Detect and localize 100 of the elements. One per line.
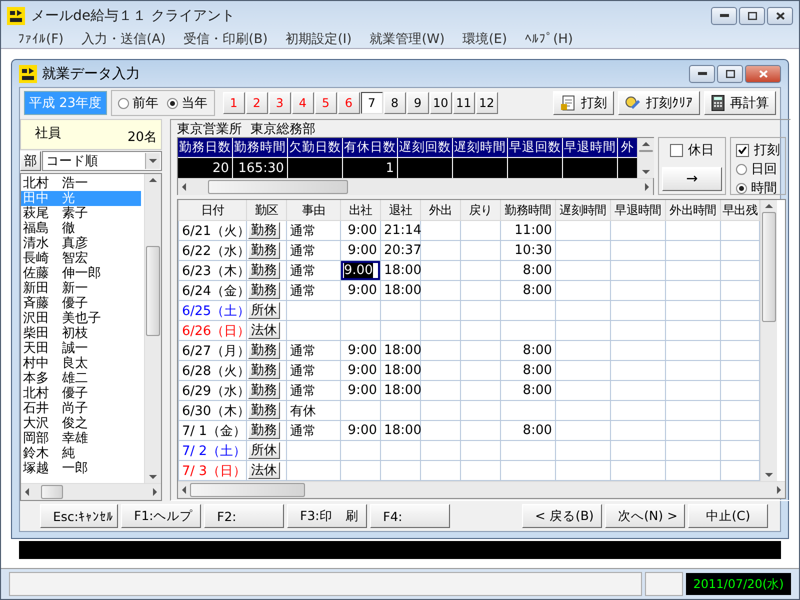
summary-cell [453,158,507,178]
radio-button[interactable]: 前年 [118,94,159,112]
employee-item[interactable]: 長崎 智宏 [21,251,141,266]
scrollbar[interactable] [178,481,785,498]
navigation-button[interactable]: < 戻る(B) [522,504,602,528]
navigation-button[interactable]: 中止(C) [688,504,768,528]
toolbar-button[interactable]: 打刻 [553,91,614,115]
work-type-button[interactable]: 所休 [248,302,280,319]
function-key-button[interactable]: F3:印 刷 [287,504,367,528]
month-button[interactable]: 7 [360,92,383,114]
time-cell: 9:00 [340,380,380,400]
function-key-button[interactable]: F4: [370,504,450,528]
work-type-button[interactable]: 法休 [248,322,280,339]
close-button[interactable] [767,6,793,24]
department-button[interactable]: 部 [20,151,41,171]
employee-item[interactable]: 柴田 初枝 [21,326,141,341]
menu-item[interactable]: ﾍﾙﾌﾟ(H) [516,32,582,46]
employee-item[interactable]: 佐藤 伸一郎 [21,266,141,281]
work-type-button[interactable]: 勤務 [248,222,280,239]
reason-cell: 有休 [286,400,340,420]
month-button[interactable]: 9 [406,92,429,114]
work-type-button[interactable]: 所休 [248,442,280,459]
time-cell: 18:00 [380,380,420,400]
scrollbar[interactable] [144,174,161,483]
function-key-button[interactable]: Esc:ｷｬﾝｾﾙ [40,504,118,528]
toolbar-button[interactable]: 打刻ｸﾘｱ [618,91,700,115]
work-type-button[interactable]: 勤務 [248,282,280,299]
column-header: 外出時間 [666,200,720,220]
work-type-button[interactable]: 勤務 [248,402,280,419]
checkbox[interactable]: 休日 [670,141,714,159]
maximize-button[interactable] [717,64,743,82]
menu-item[interactable]: 就業管理(W) [360,30,454,48]
employee-item[interactable]: 天田 誠一 [21,341,141,356]
work-type-button[interactable]: 勤務 [248,242,280,259]
time-cell: 9:00 [340,280,380,300]
maximize-button[interactable] [739,6,765,24]
work-type-button[interactable]: 勤務 [248,342,280,359]
work-type-button[interactable]: 勤務 [248,262,280,279]
scrollbar[interactable] [760,200,777,481]
employee-item[interactable]: 塚越 一郎 [21,461,141,476]
app-icon [7,6,25,24]
time-cell: 8:00 [500,260,556,280]
column-header: 勤区 [246,200,286,220]
menu-item[interactable]: 入力・送信(A) [72,30,175,48]
eraser-icon [625,95,641,111]
minimize-button[interactable] [711,6,737,24]
month-button[interactable]: 8 [384,92,406,114]
employee-item[interactable]: 沢田 美也子 [21,311,141,326]
navigation-button[interactable]: 次へ(N) > [605,504,685,528]
employee-item[interactable]: 北村 浩一 [21,176,141,191]
calculator-icon [711,95,725,111]
scrollbar[interactable] [21,483,161,500]
menu-item[interactable]: 初期設定(I) [276,30,361,48]
reason-cell: 通常 [286,360,340,380]
reason-cell: 通常 [286,280,340,300]
month-button[interactable]: 11 [452,92,475,114]
month-button[interactable]: 10 [430,92,452,114]
time-input[interactable]: 9.00 [341,261,380,280]
employee-item[interactable]: 新田 新一 [21,281,141,296]
checkbox[interactable]: 打刻 [736,141,780,159]
scrollbar[interactable] [637,138,654,178]
employee-item[interactable]: 本多 雄二 [21,371,141,386]
radio-button[interactable]: 日回 [736,160,780,178]
maximize-icon [748,12,756,20]
toolbar-button[interactable]: 再計算 [704,91,776,115]
work-type-button[interactable]: 勤務 [248,422,280,439]
menu-item[interactable]: ﾌｧｲﾙ(F) [9,32,73,46]
time-cell: 10:30 [500,240,556,260]
month-button[interactable]: 12 [476,92,498,114]
employee-item[interactable]: 岡部 幸雄 [21,431,141,446]
function-key-button[interactable]: F2: [204,504,284,528]
reason-cell: 通常 [286,240,340,260]
work-type-button[interactable]: 勤務 [248,382,280,399]
employee-item[interactable]: 萩尾 素子 [21,206,141,221]
reason-cell: 通常 [286,420,340,440]
employee-item[interactable]: 村中 良太 [21,356,141,371]
work-type-button[interactable]: 法休 [248,462,280,479]
column-header: 遅刻時間 [556,200,610,220]
arrow-button[interactable]: → [662,167,722,191]
sort-dropdown[interactable]: コード順 [42,151,162,171]
menu-item[interactable]: 受信・印刷(B) [174,30,277,48]
scrollbar[interactable] [178,178,653,195]
summary-header: 勤務時間 [233,138,287,157]
minimize-button[interactable] [689,64,715,82]
function-key-button[interactable]: F1:ヘルプ [121,504,201,528]
employee-item[interactable]: 北村 優子 [21,386,141,401]
close-icon [776,12,784,20]
employee-item[interactable]: 石井 尚子 [21,401,141,416]
employee-item[interactable]: 大沢 俊之 [21,416,141,431]
work-type-button[interactable]: 勤務 [248,362,280,379]
time-cell: 21:14 [380,220,420,240]
menu-item[interactable]: 環境(E) [454,30,516,48]
employee-item[interactable]: 福島 徹 [21,221,141,236]
radio-button[interactable]: 時間 [736,179,780,197]
employee-item[interactable]: 斉藤 優子 [21,296,141,311]
employee-item[interactable]: 鈴木 純 [21,446,141,461]
date-cell: 6/27（月） [178,340,246,360]
employee-item[interactable]: 清水 真彦 [21,236,141,251]
radio-button[interactable]: 当年 [166,94,208,112]
date-cell: 6/28（火） [178,360,246,380]
